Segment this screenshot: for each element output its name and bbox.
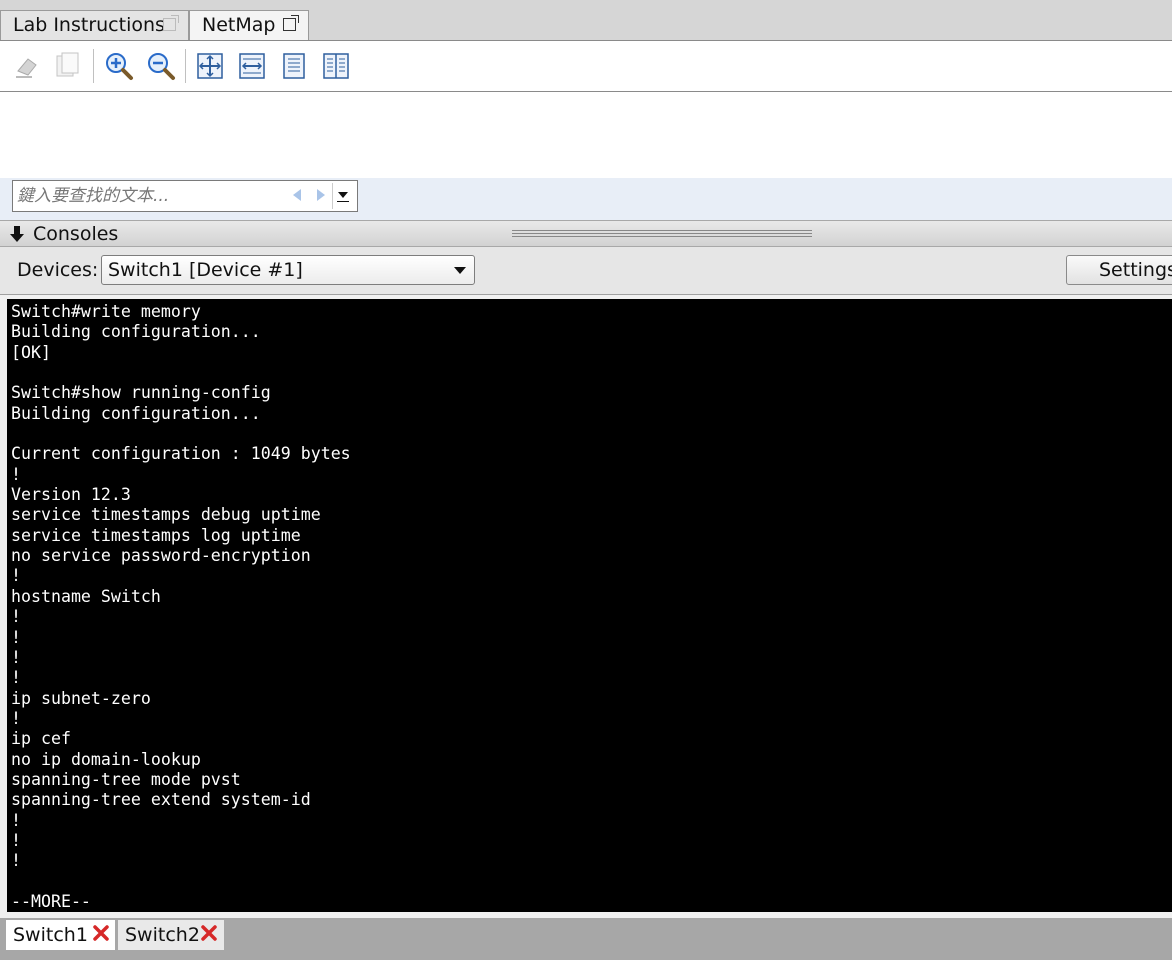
single-page-icon[interactable] [279, 51, 309, 81]
close-icon[interactable] [200, 924, 218, 942]
terminal-line: ip subnet-zero [11, 688, 151, 708]
terminal-line: ! [11, 810, 21, 830]
terminal-line: ! [11, 566, 21, 586]
consoles-label: Consoles [33, 223, 119, 245]
device-select-value: Switch1 [Device #1] [108, 259, 303, 281]
terminal-line: spanning-tree extend system-id [11, 790, 311, 810]
toolbar-separator [185, 49, 186, 83]
terminal-line: ! [11, 851, 21, 871]
resize-grip[interactable] [512, 236, 812, 237]
terminal-line: [OK] [11, 342, 51, 362]
terminal-line: service timestamps log uptime [11, 525, 301, 545]
console-tab-switch2[interactable]: Switch2 [118, 920, 224, 950]
tab-label: NetMap [202, 14, 276, 36]
fit-page-icon[interactable] [195, 51, 225, 81]
zoom-out-icon[interactable] [146, 51, 176, 81]
terminal-line: ! [11, 607, 21, 627]
terminal-line: ! [11, 708, 21, 728]
devices-label: Devices: [17, 259, 99, 281]
resize-grip[interactable] [512, 230, 812, 231]
find-previous-icon[interactable] [293, 189, 301, 201]
document-view [0, 92, 1172, 178]
dropdown-underline [337, 201, 349, 202]
toolbar-separator [93, 49, 94, 83]
tab-netmap[interactable]: NetMap [189, 10, 309, 40]
terminal-line: Switch#show running-config [11, 383, 271, 403]
open-external-icon[interactable] [283, 15, 299, 31]
tab-label: Lab Instructions [13, 14, 165, 36]
top-tab-strip: Lab Instructions NetMap [0, 0, 1172, 40]
console-tab-label: Switch2 [125, 924, 200, 946]
find-bar [0, 178, 1172, 220]
device-select[interactable]: Switch1 [Device #1] [101, 255, 475, 285]
terminal-line: --MORE-- [11, 891, 91, 911]
terminal-line: ! [11, 647, 21, 667]
terminal-line: Building configuration... [11, 322, 261, 342]
terminal-line: ! [11, 464, 21, 484]
tab-lab-instructions[interactable]: Lab Instructions [0, 10, 189, 40]
close-icon[interactable] [92, 924, 110, 942]
terminal-line: Current configuration : 1049 bytes [11, 444, 351, 464]
chevron-down-icon [454, 267, 466, 274]
resize-grip[interactable] [512, 233, 812, 234]
console-tab-strip: Switch1 Switch2 [0, 918, 1172, 960]
terminal-line: ip cef [11, 729, 71, 749]
terminal-line: no ip domain-lookup [11, 749, 201, 769]
document-toolbar [0, 40, 1172, 92]
terminal-line: ! [11, 668, 21, 688]
terminal-line: ! [11, 627, 21, 647]
consoles-header[interactable]: Consoles [0, 220, 1172, 247]
find-input[interactable] [17, 184, 277, 208]
terminal-line: no service password-encryption [11, 546, 311, 566]
copy-icon[interactable] [53, 51, 83, 81]
arrow-down-icon[interactable] [9, 225, 25, 243]
eraser-icon[interactable] [12, 51, 42, 81]
terminal-line: ! [11, 830, 21, 850]
fit-width-icon[interactable] [237, 51, 267, 81]
terminal-line: hostname Switch [11, 586, 161, 606]
zoom-in-icon[interactable] [104, 51, 134, 81]
chevron-down-icon [338, 192, 348, 198]
find-options-dropdown[interactable] [332, 183, 355, 209]
terminal-line: Version 12.3 [11, 485, 131, 505]
settings-label: Settings... [1099, 259, 1172, 281]
terminal-window[interactable]: Switch#write memory Building configuratio… [7, 299, 1172, 912]
terminal-line: spanning-tree mode pvst [11, 769, 241, 789]
find-next-icon[interactable] [317, 189, 325, 201]
terminal-line: Building configuration... [11, 403, 261, 423]
open-external-icon[interactable] [163, 15, 179, 31]
two-page-icon[interactable] [321, 51, 351, 81]
console-frame: Switch#write memory Building configuratio… [0, 295, 1172, 920]
settings-button[interactable]: Settings... [1066, 255, 1172, 285]
terminal-line: service timestamps debug uptime [11, 505, 321, 525]
find-box [12, 180, 358, 212]
devices-bar: Devices: Switch1 [Device #1] Settings... [0, 247, 1172, 295]
console-tab-switch1[interactable]: Switch1 [6, 920, 115, 950]
terminal-line: Switch#write memory [11, 302, 201, 321]
terminal-output: Switch#write memory Building configuratio… [7, 299, 1172, 912]
console-tab-label: Switch1 [13, 924, 88, 946]
